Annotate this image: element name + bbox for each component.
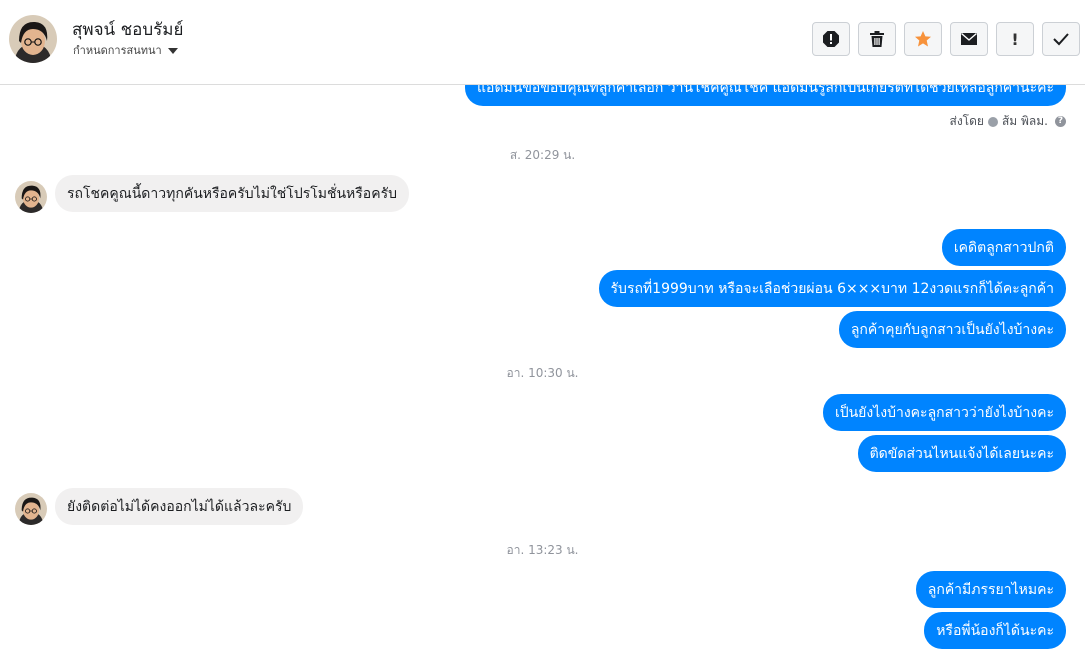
conversation-toolbar: ! (812, 22, 1080, 56)
outgoing-message: หรือพี่น้องก็ได้นะคะ (924, 612, 1066, 649)
assign-conversation-dropdown[interactable]: กำหนดการสนทนา (73, 41, 178, 59)
conversation-header: สุพจน์ ชอบรัมย์ กำหนดการสนทนา ! (0, 0, 1085, 85)
trash-icon (870, 31, 884, 47)
contact-name[interactable]: สุพจน์ ชอบรัมย์ (72, 16, 183, 43)
checkmark-icon (1053, 33, 1069, 46)
follow-up-button[interactable]: ! (996, 22, 1034, 56)
assign-conversation-label: กำหนดการสนทนา (73, 44, 162, 57)
star-icon (915, 31, 931, 47)
message-text: แอดมินขอขอบคุณที่ลูกค้าเลือก วานโชคคูณโช… (477, 85, 1054, 96)
contact-avatar[interactable] (9, 15, 57, 63)
sent-by-label: ส่งโดย (949, 114, 984, 128)
message-thread[interactable]: แอดมินขอขอบคุณที่ลูกค้าเลือก วานโชคคูณโช… (0, 85, 1085, 655)
spam-report-icon (823, 31, 839, 47)
verified-icon (987, 116, 998, 127)
outgoing-message: เคดิตลูกสาวปกติ (941, 229, 1066, 266)
caret-down-icon (167, 47, 178, 54)
sender-avatar[interactable] (15, 181, 47, 213)
outgoing-message: ลูกค้ามีภรรยาไหมคะ (915, 571, 1066, 608)
exclamation-icon: ! (1011, 29, 1019, 49)
timestamp-divider: อา. 13:23 น. (506, 543, 579, 557)
outgoing-message: ลูกค้าคุยกับลูกสาวเป็นยังไงบ้างคะ (838, 311, 1066, 348)
timestamp-divider: อา. 10:30 น. (506, 366, 579, 380)
timestamp-divider: ส. 20:29 น. (509, 148, 576, 162)
mark-unread-button[interactable] (950, 22, 988, 56)
star-button[interactable] (904, 22, 942, 56)
outgoing-message: ติดขัดส่วนไหนแจ้งได้เลยนะคะ (857, 435, 1066, 472)
sent-by-name: ส้ม พิลม. (1001, 114, 1048, 128)
envelope-icon (961, 32, 977, 45)
sender-avatar[interactable] (15, 493, 47, 525)
incoming-message: รถโชคคูณนี้ดาวทุกคันหรือครับไม่ใช่โปรโมช… (55, 175, 409, 212)
delete-button[interactable] (858, 22, 896, 56)
help-icon[interactable]: ? (1055, 116, 1066, 127)
outgoing-message-partial: แอดมินขอขอบคุณที่ลูกค้าเลือก วานโชคคูณโช… (465, 85, 1066, 106)
mark-done-button[interactable] (1042, 22, 1080, 56)
outgoing-message: รับรถที่1999บาท หรือจะเลือช่วยผ่อน 6×××บ… (598, 270, 1066, 307)
incoming-message: ยังติดต่อไม่ได้คงออกไม่ได้แล้วละครับ (55, 488, 304, 525)
sent-by-row: ส่งโดย ส้ม พิลม. ? (949, 112, 1066, 131)
report-spam-button[interactable] (812, 22, 850, 56)
outgoing-message: เป็นยังไงบ้างคะลูกสาวว่ายังไงบ้างคะ (822, 394, 1066, 431)
